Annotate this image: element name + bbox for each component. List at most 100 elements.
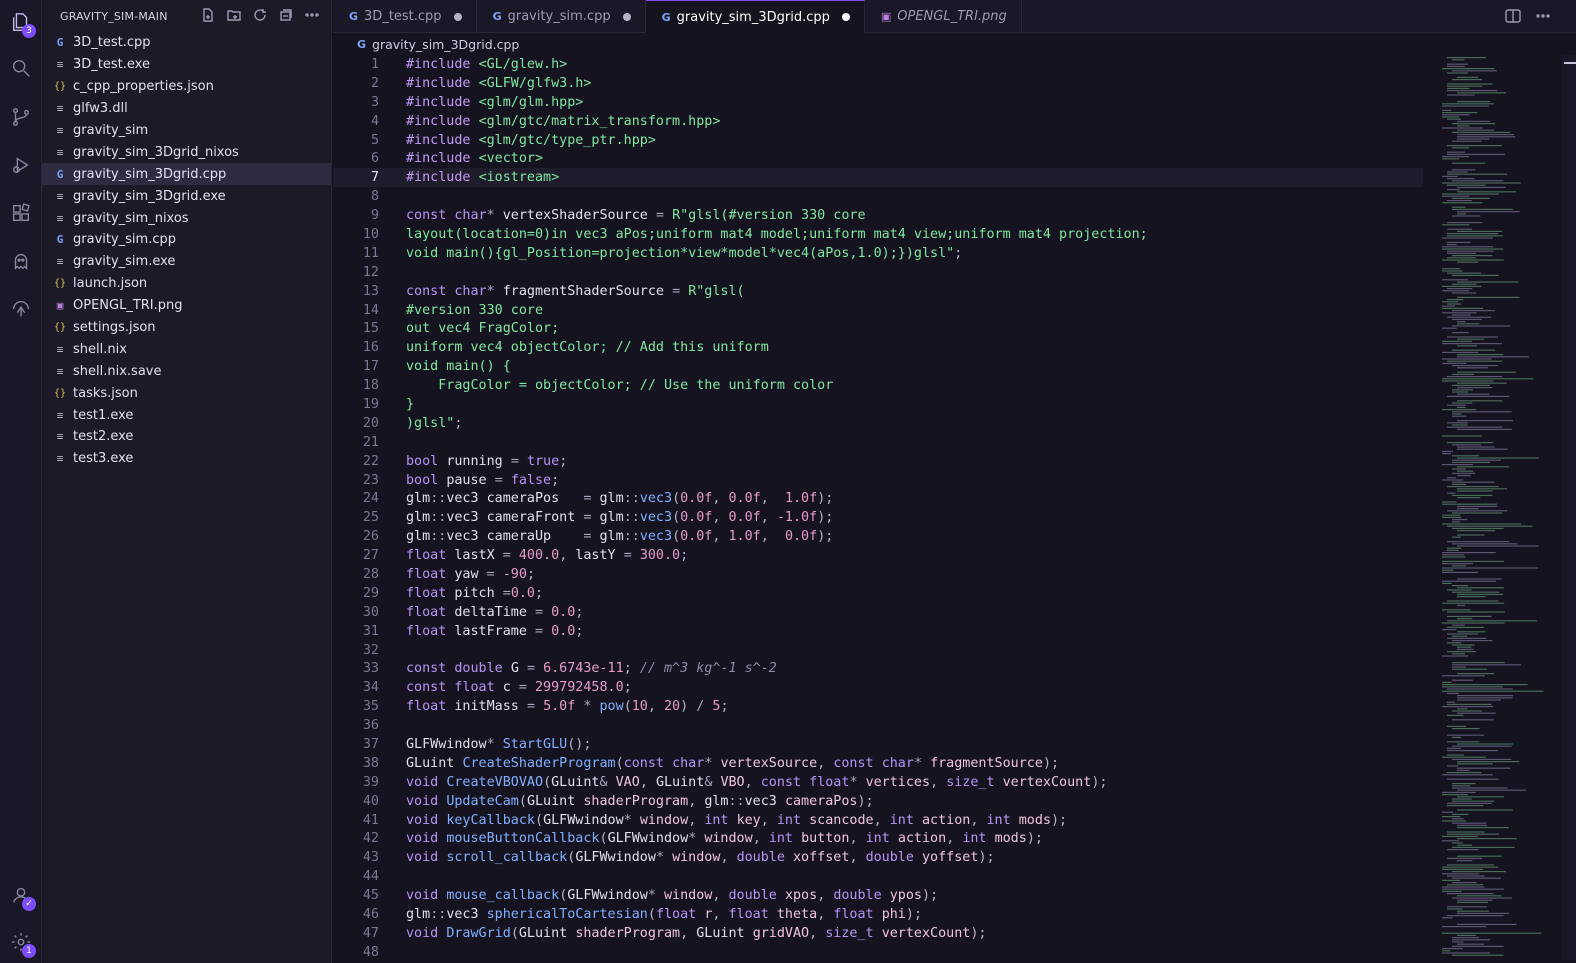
code-line[interactable]: 1 #include <GL/glew.h> [333, 55, 1423, 74]
file-item[interactable]: ≡ gravity_sim [42, 120, 331, 142]
file-item[interactable]: {} launch.json [42, 273, 331, 295]
code-line[interactable]: 36 [333, 716, 1423, 735]
file-item[interactable]: ≡ shell.nix.save [42, 360, 331, 382]
file-item[interactable]: ≡ gravity_sim_3Dgrid_nixos [42, 141, 331, 163]
file-item[interactable]: G 3D_test.cpp [42, 32, 331, 54]
code-line[interactable]: 44 [333, 867, 1423, 886]
code-line[interactable]: 30 float deltaTime = 0.0; [333, 603, 1423, 622]
code-line[interactable]: 20)glsl"; [333, 414, 1423, 433]
minimap[interactable] [1432, 55, 1552, 960]
code-line[interactable]: 15 out vec4 FragColor; [333, 319, 1423, 338]
code-line[interactable]: 48 [333, 943, 1423, 962]
file-item[interactable]: ▣ OPENGL_TRI.png [42, 295, 331, 317]
file-item[interactable]: Ggravity_sim_3Dgrid.cpp [42, 163, 331, 186]
code-line[interactable]: 4 #include <glm/gtc/matrix_transform.hpp> [333, 112, 1423, 131]
refresh-icon[interactable] [251, 6, 269, 24]
code-line[interactable]: 26 glm::vec3 cameraUp = glm::vec3(0.0f, 1… [333, 527, 1423, 546]
code-line[interactable]: 19} [333, 395, 1423, 414]
split-editor-icon[interactable] [1504, 7, 1522, 29]
file-item[interactable]: Ggravity_sim.cpp [42, 229, 331, 251]
file-item[interactable]: {} tasks.json [42, 382, 331, 404]
code-line[interactable]: 31 float lastFrame = 0.0; [333, 622, 1423, 641]
unsaved-dot-icon[interactable] [453, 12, 462, 21]
remote-explorer-icon[interactable] [0, 289, 42, 329]
explorer-icon[interactable]: 3 [0, 2, 42, 42]
code-line[interactable]: 16 uniform vec4 objectColor; // Add this … [333, 338, 1423, 357]
code-line[interactable]: 40 void UpdateCam(GLuint shaderProgram, g… [333, 792, 1423, 811]
code-line[interactable]: 2 #include <GLFW/glfw3.h> [333, 74, 1423, 93]
code-line[interactable]: 12 [333, 263, 1423, 282]
editor-tab[interactable]: G 3D_test.cpp [333, 0, 477, 33]
code-line[interactable]: 7 #include <iostream> [333, 168, 1423, 188]
code-line[interactable]: 34 const float c = 299792458.0; [333, 678, 1423, 697]
code-line[interactable]: 46 glm::vec3 sphericalToCartesian(float r… [333, 905, 1423, 924]
code-line[interactable]: 35 float initMass = 5.0f * pow(10, 20) / … [333, 697, 1423, 716]
code-line[interactable]: 38 GLuint CreateShaderProgram(const char*… [333, 754, 1423, 773]
file-item[interactable]: ≡ gravity_sim.exe [42, 251, 331, 273]
code-line[interactable]: 47 void DrawGrid(GLuint shaderProgram, GL… [333, 924, 1423, 943]
code-line[interactable]: 41 void keyCallback(GLFWwindow* window, i… [333, 811, 1423, 830]
new-file-icon[interactable] [199, 6, 217, 24]
code-line[interactable]: 39 void CreateVBOVAO(GLuint& VAO, GLuint&… [333, 773, 1423, 792]
file-item[interactable]: {} settings.json [42, 317, 331, 339]
more-actions-icon[interactable] [1534, 7, 1552, 29]
code-line[interactable]: 6 #include <vector> [333, 149, 1423, 168]
unsaved-dot-icon[interactable] [841, 13, 850, 21]
file-item[interactable]: ≡ glfw3.dll [42, 98, 331, 120]
code-line[interactable]: 29 float pitch =0.0; [333, 584, 1423, 603]
code-line[interactable]: 14 #version 330 core [333, 301, 1423, 320]
file-item[interactable]: ≡ shell.nix [42, 338, 331, 360]
file-item[interactable]: ≡ 3D_test.exe [42, 54, 331, 76]
code-line[interactable]: 28 float yaw = -90; [333, 565, 1423, 584]
code-line[interactable]: 45 void mouse_callback(GLFWwindow* window… [333, 886, 1423, 905]
file-item[interactable]: ≡ test2.exe [42, 426, 331, 448]
settings-gear-icon[interactable]: 1 [0, 922, 42, 962]
file-item[interactable]: ≡ gravity_sim_3Dgrid.exe [42, 185, 331, 207]
code-line[interactable]: 5 #include <glm/gtc/type_ptr.hpp> [333, 131, 1423, 150]
editor-tab[interactable]: Ggravity_sim_3Dgrid.cpp [645, 0, 865, 33]
unsaved-dot-icon[interactable] [622, 12, 631, 21]
code-line[interactable]: 9 const char* vertexShaderSource = R"glsl… [333, 206, 1423, 225]
code-line[interactable]: 21 [333, 433, 1423, 452]
minimap-line [1457, 345, 1477, 347]
collapse-all-icon[interactable] [277, 6, 295, 24]
breadcrumb-file[interactable]: gravity_sim_3Dgrid.cpp [372, 37, 519, 52]
run-debug-icon[interactable] [0, 145, 42, 185]
code-line[interactable]: 25 glm::vec3 cameraFront = glm::vec3(0.0f… [333, 508, 1423, 527]
code-line[interactable]: 43 void scroll_callback(GLFWwindow* windo… [333, 848, 1423, 867]
line-number: 26 [362, 529, 379, 545]
file-item[interactable]: {} c_cpp_properties.json [42, 76, 331, 98]
minimap-line [1442, 794, 1468, 796]
code-line[interactable]: 11 void main(){gl_Position=projection*vie… [333, 244, 1423, 263]
code-line[interactable]: 37 GLFWwindow* StartGLU(); [333, 735, 1423, 754]
editor-tab[interactable]: Ggravity_sim.cpp [477, 0, 646, 33]
code-line[interactable]: 22 bool running = true; [333, 452, 1423, 471]
code-line[interactable]: 33 const double G = 6.6743e-11; // m^3 kg… [333, 660, 1423, 679]
code-editor[interactable]: 1 #include <GL/glew.h> 2 #include <GLFW/glf… [333, 55, 1423, 963]
new-folder-icon[interactable] [225, 6, 243, 24]
file-item[interactable]: ≡ test3.exe [42, 448, 331, 470]
file-item[interactable]: ≡ test1.exe [42, 404, 331, 426]
editor-tab[interactable]: ▣ OPENGL_TRI.png [865, 0, 1022, 33]
file-item[interactable]: ≡ gravity_sim_nixos [42, 207, 331, 229]
code-line[interactable]: 27 float lastX = 400.0, lastY = 300.0; [333, 546, 1423, 565]
code-line[interactable]: 17 void main() { [333, 357, 1423, 376]
code-line[interactable]: 18 FragColor = objectColor; // Use the u… [333, 376, 1423, 395]
extensions-icon[interactable] [0, 193, 42, 233]
minimap-line [1457, 497, 1481, 499]
ghost-extension-icon[interactable] [0, 241, 42, 281]
more-actions-icon[interactable] [303, 6, 321, 24]
code-line[interactable]: 3 #include <glm/glm.hpp> [333, 93, 1423, 112]
code-line[interactable]: 32 [333, 641, 1423, 660]
accounts-icon[interactable]: ✓ [0, 875, 42, 915]
code-line[interactable]: 8 [333, 187, 1423, 206]
breadcrumb[interactable]: G gravity_sim_3Dgrid.cpp [333, 33, 1576, 55]
code-line[interactable]: 13 const char* fragmentShaderSource = R"g… [333, 282, 1423, 301]
search-icon[interactable] [0, 48, 42, 88]
code-line[interactable]: 23 bool pause = false; [333, 471, 1423, 490]
code-line[interactable]: 24 glm::vec3 cameraPos = glm::vec3(0.0f, … [333, 489, 1423, 508]
code-line[interactable]: 42 void mouseButtonCallback(GLFWwindow* w… [333, 830, 1423, 849]
vertical-scrollbar[interactable] [1562, 55, 1576, 960]
source-control-icon[interactable] [0, 97, 42, 137]
code-line[interactable]: 10 layout(location=0)in vec3 aPos;uniform… [333, 225, 1423, 244]
